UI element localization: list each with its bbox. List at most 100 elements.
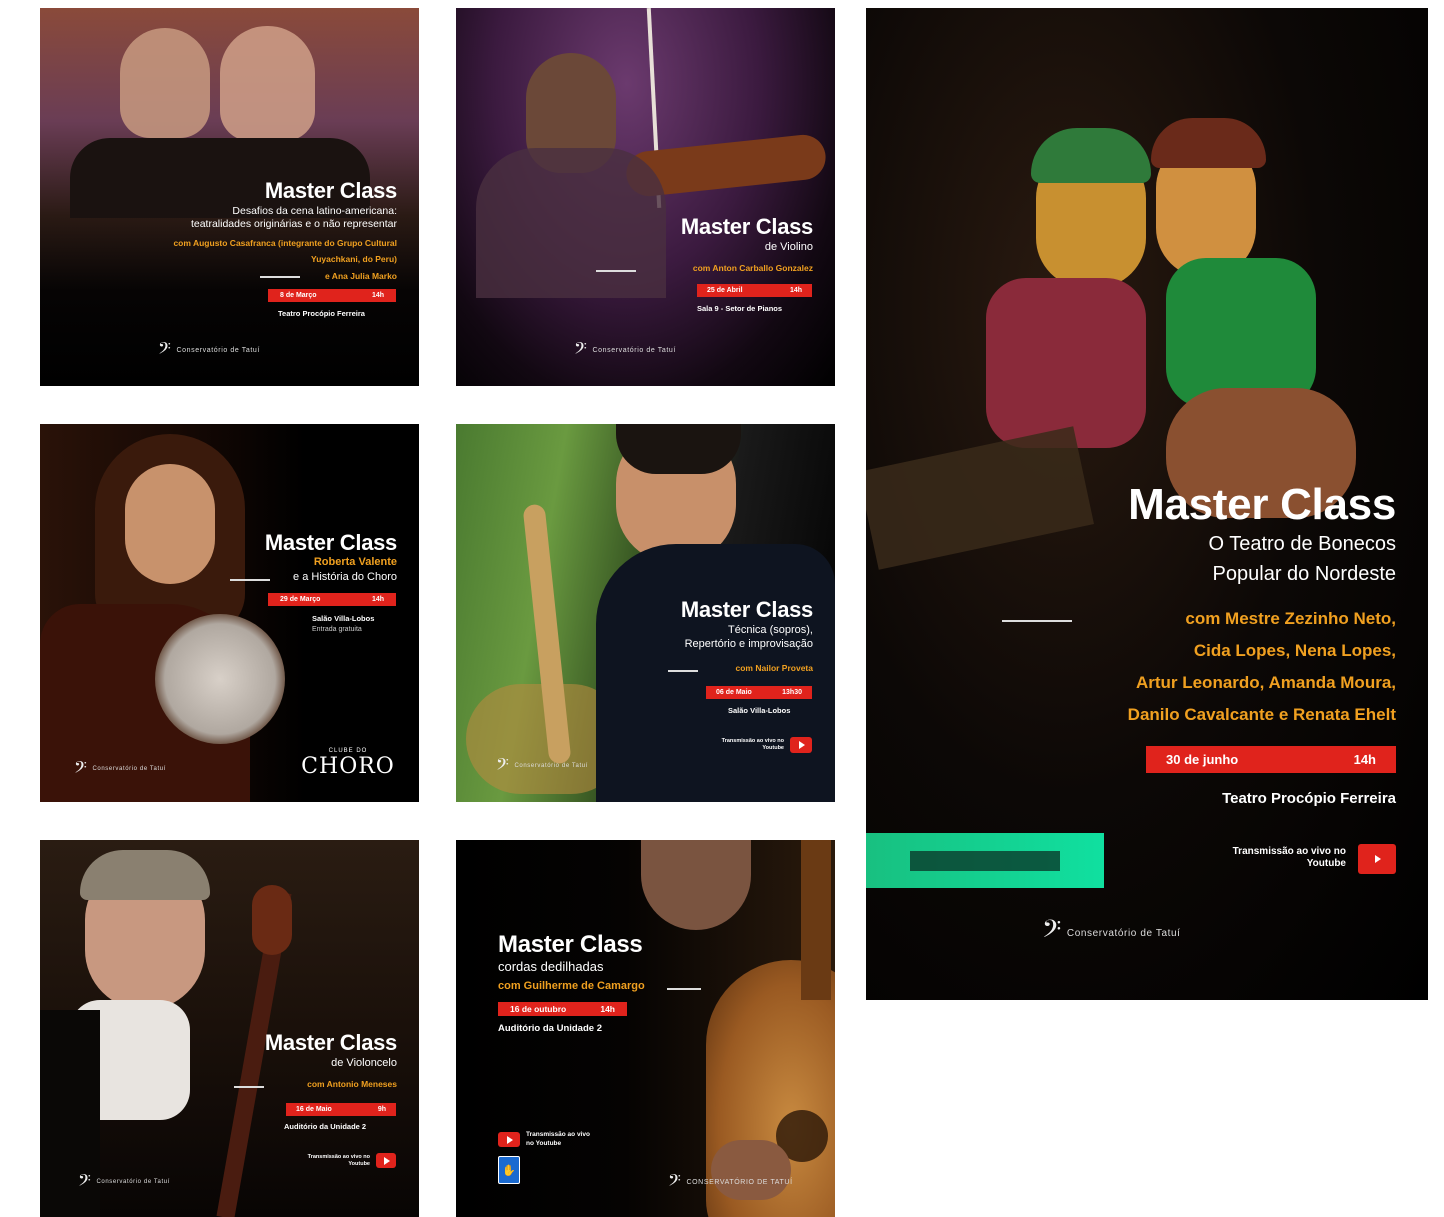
venue-text: Auditório da Unidade 2 xyxy=(498,1023,602,1034)
conservatory-logo: 𝄢 Conservatório de Tatuí xyxy=(668,1170,793,1194)
date-badge: 8 de Março 14h xyxy=(268,289,396,302)
venue-text: Teatro Procópio Ferreira xyxy=(278,309,365,318)
time-text: 14h xyxy=(371,292,384,299)
divider-line xyxy=(1002,620,1072,622)
divider-line xyxy=(230,579,270,581)
poster-guest: e Ana Julia Marko xyxy=(325,271,397,281)
clube-do-choro-logo: CLUBE DO CHORO xyxy=(301,748,395,779)
time-text: 14h xyxy=(789,287,802,294)
venue-text: Teatro Procópio Ferreira xyxy=(1222,790,1396,807)
divider-line xyxy=(668,670,698,672)
bass-clef-icon: 𝄢 xyxy=(1042,915,1062,950)
poster-subtitle: cordas dedilhadas xyxy=(498,959,604,974)
youtube-icon[interactable] xyxy=(376,1153,396,1168)
poster-subtitle: Técnica (sopros), xyxy=(728,624,813,636)
date-text: 8 de Março xyxy=(280,292,317,299)
date-badge: 16 de Maio 9h xyxy=(286,1103,396,1116)
poster-title: Master Class xyxy=(498,931,643,958)
poster-guest: Cida Lopes, Nena Lopes, xyxy=(1193,641,1396,660)
poster-guest: com Antonio Meneses xyxy=(307,1079,397,1089)
poster-subtitle: Repertório e improvisação xyxy=(684,638,813,650)
stream-label: Transmissão ao vivo no Youtube xyxy=(721,738,784,751)
date-text: 25 de Abril xyxy=(707,287,743,294)
poster-subtitle: de Violoncelo xyxy=(331,1057,397,1069)
puppet-hat xyxy=(1151,118,1266,168)
poster-guest: com Augusto Casafranca (integrante do Gr… xyxy=(173,238,397,248)
poster-guest: com Anton Carballo Gonzalez xyxy=(692,263,813,273)
poster-subtitle: Popular do Nordeste xyxy=(1212,563,1396,585)
poster-card-proveta[interactable]: Master Class Técnica (sopros), Repertóri… xyxy=(456,424,835,802)
stream-label: Transmissão ao vivo no Youtube xyxy=(307,1154,370,1167)
conservatory-logo: 𝄢 Conservatório de Tatuí xyxy=(574,338,676,362)
date-text: 29 de Março xyxy=(280,596,321,603)
person-silhouette xyxy=(220,26,315,141)
shirt-shape xyxy=(476,148,666,298)
conservatory-logo: 𝄢 Conservatório de Tatuí xyxy=(158,338,260,362)
date-badge: 30 de junho 14h xyxy=(1146,746,1396,773)
accessibility-icon: ✋ xyxy=(498,1156,520,1184)
stream-label: no Youtube xyxy=(526,1140,562,1147)
tambourine-shape xyxy=(155,614,285,744)
poster-card-cordas[interactable]: Master Class cordas dedilhadas com Guilh… xyxy=(456,840,835,1217)
poster-subtitle: de Violino xyxy=(764,241,813,253)
date-badge: 16 de outubro 14h xyxy=(498,1002,627,1016)
bass-clef-icon: 𝄢 xyxy=(668,1170,682,1194)
youtube-icon[interactable] xyxy=(1358,844,1396,874)
time-text: 13h30 xyxy=(782,689,802,696)
poster-title: Master Class xyxy=(264,1030,397,1055)
youtube-icon[interactable] xyxy=(790,737,812,753)
date-badge: 06 de Maio 13h30 xyxy=(706,686,812,699)
person-silhouette xyxy=(120,28,210,138)
date-badge: 29 de Março 14h xyxy=(268,593,396,606)
poster-subtitle: teatralidades originárias e o não repres… xyxy=(190,218,397,230)
hair-shape xyxy=(616,424,741,474)
poster-title: Master Class xyxy=(264,178,397,203)
stream-label: Transmissão ao vivo no Youtube xyxy=(1232,846,1346,869)
conservatory-logo: 𝄢 Conservatório de Tatuí xyxy=(78,1170,170,1194)
hair-shape xyxy=(80,850,210,900)
date-text: 30 de junho xyxy=(1166,752,1239,767)
venue-text: Salão Villa-Lobos xyxy=(728,706,791,715)
poster-guest: com Guilherme de Camargo xyxy=(498,980,645,992)
poster-subtitle: e a História do Choro xyxy=(293,571,397,583)
divider-line xyxy=(260,276,300,278)
divider-line xyxy=(234,1086,264,1088)
conservatory-logo: 𝄢 Conservatório de Tatuí xyxy=(1042,915,1181,950)
poster-subtitle: O Teatro de Bonecos xyxy=(1208,533,1396,555)
poster-guest: com Mestre Zezinho Neto, xyxy=(1185,609,1396,628)
divider-line xyxy=(667,988,701,990)
time-text: 9h xyxy=(377,1106,386,1113)
poster-subtitle: Roberta Valente xyxy=(313,556,397,568)
poster-guest: Danilo Cavalcante e Renata Ehelt xyxy=(1127,705,1396,724)
time-text: 14h xyxy=(600,1004,615,1014)
green-banner[interactable] xyxy=(866,833,1104,888)
bass-clef-icon: 𝄢 xyxy=(74,757,88,781)
puppet-body xyxy=(986,278,1146,448)
poster-subtitle: Desafios da cena latino-americana: xyxy=(232,205,397,217)
stream-label: Transmissão ao vivo xyxy=(526,1131,590,1138)
poster-guest: com Nailor Proveta xyxy=(735,663,813,673)
poster-card-violoncelo[interactable]: Master Class de Violoncelo com Antonio M… xyxy=(40,840,419,1217)
lute-neck xyxy=(801,840,831,1000)
poster-card-choro[interactable]: Master Class Roberta Valente e a Históri… xyxy=(40,424,419,802)
poster-card-casafranca[interactable]: Master Class Desafios da cena latino-ame… xyxy=(40,8,419,386)
cello-scroll xyxy=(252,885,292,955)
date-text: 16 de outubro xyxy=(510,1004,567,1014)
poster-guest: Artur Leonardo, Amanda Moura, xyxy=(1135,673,1396,692)
note-text: Entrada gratuita xyxy=(312,626,362,633)
conservatory-logo: 𝄢 Conservatório de Tatuí xyxy=(496,754,588,778)
venue-text: Auditório da Unidade 2 xyxy=(284,1122,367,1131)
time-text: 14h xyxy=(1353,752,1376,767)
poster-card-bonecos[interactable]: Master Class O Teatro de Bonecos Popular… xyxy=(866,8,1428,1000)
poster-title: Master Class xyxy=(1128,480,1396,529)
bass-clef-icon: 𝄢 xyxy=(78,1170,92,1194)
date-text: 06 de Maio xyxy=(716,689,752,696)
date-badge: 25 de Abril 14h xyxy=(697,284,812,297)
conservatory-logo: 𝄢 Conservatório de Tatuí xyxy=(74,757,166,781)
divider-line xyxy=(596,270,636,272)
youtube-icon[interactable] xyxy=(498,1132,520,1147)
poster-card-violino[interactable]: Master Class de Violino com Anton Carbal… xyxy=(456,8,835,386)
poster-title: Master Class xyxy=(680,597,813,622)
poster-title: Master Class xyxy=(264,530,397,555)
bass-clef-icon: 𝄢 xyxy=(496,754,510,778)
